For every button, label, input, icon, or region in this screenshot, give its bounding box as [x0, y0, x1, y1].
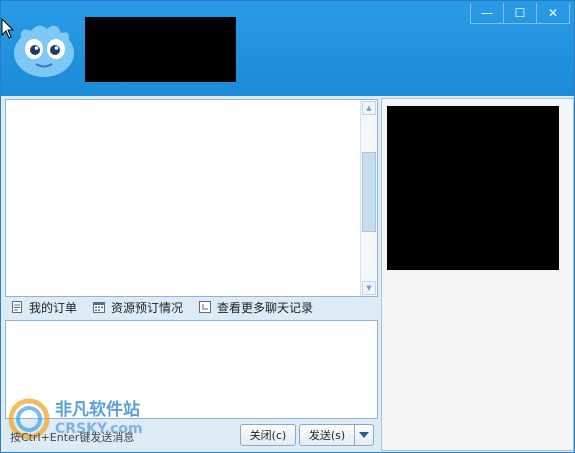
scroll-up-icon[interactable]: ▲ [362, 101, 376, 115]
message-history-panel[interactable]: ▲ ▼ [5, 99, 378, 297]
scroll-thumb[interactable] [362, 152, 376, 232]
history-scrollbar[interactable]: ▲ ▼ [360, 100, 377, 296]
chat-toolbar: 我的订单 资源预订情况 查看更多聊天记录 [5, 296, 376, 318]
contact-info-panel [381, 98, 574, 451]
chat-history-link[interactable]: 查看更多聊天记录 [199, 299, 313, 316]
footer-bar: 非凡软件站 CRSKY.com 按Ctrl+Enter键发送消息 关闭(c) 发… [5, 398, 376, 449]
contact-name-redacted [85, 17, 236, 82]
resource-booking-label: 资源预订情况 [111, 300, 184, 315]
close-button[interactable]: 关闭(c) [240, 424, 296, 446]
scroll-down-icon[interactable]: ▼ [362, 281, 376, 295]
document-icon [12, 301, 22, 313]
mouse-cursor-icon [1, 18, 15, 39]
watermark-text: 非凡软件站 [55, 399, 140, 420]
chat-history-label: 查看更多聊天记录 [217, 300, 314, 315]
calendar-icon [93, 302, 106, 313]
chevron-down-icon [359, 432, 369, 438]
minimize-button[interactable]: — [470, 3, 504, 24]
my-orders-label: 我的订单 [29, 300, 78, 315]
send-options-button[interactable] [354, 424, 374, 446]
contact-portrait-redacted [387, 106, 559, 270]
send-button[interactable]: 发送(s) [299, 424, 355, 446]
my-orders-link[interactable]: 我的订单 [11, 299, 77, 316]
maximize-button[interactable]: ☐ [504, 3, 537, 24]
title-bar: — ☐ ✕ [1, 1, 574, 96]
resource-booking-link[interactable]: 资源预订情况 [93, 299, 183, 316]
mascot-avatar [14, 25, 74, 77]
close-window-button[interactable]: ✕ [537, 3, 570, 24]
chat-window: — ☐ ✕ ▲ ▼ 我的订单 资源预订情况 查看更多聊天记录 非凡软件站 CRS… [0, 0, 575, 453]
history-icon [199, 301, 212, 313]
send-hint: 按Ctrl+Enter键发送消息 [10, 431, 135, 444]
